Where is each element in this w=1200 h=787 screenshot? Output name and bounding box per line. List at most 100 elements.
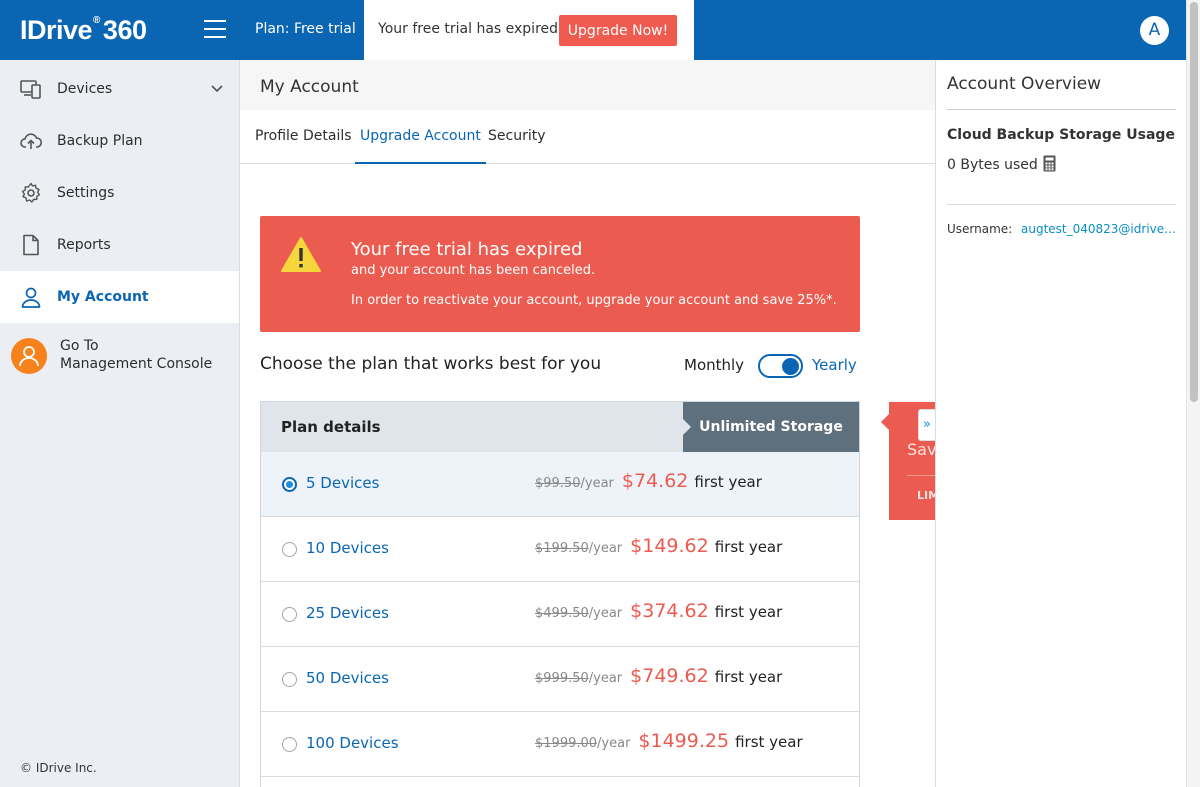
promo-divider: [907, 475, 935, 476]
promo-limited-text: LIM: [917, 489, 935, 502]
plan-details-heading: Plan details: [281, 418, 381, 436]
plan-table: Plan details Unlimited Storage 5 Devices…: [260, 401, 860, 787]
tab-profile-details[interactable]: Profile Details: [255, 128, 352, 164]
logo-suffix: 360: [102, 14, 147, 45]
page-header: My Account: [240, 60, 935, 110]
username-label: Username:: [947, 222, 1013, 236]
choose-plan-heading: Choose the plan that works best for you: [260, 354, 602, 374]
divider: [947, 204, 1176, 205]
trial-expired-banner: Your free trial has expired Upgrade Now!: [364, 0, 694, 60]
copyright-text: © IDrive Inc.: [20, 761, 97, 775]
price-suffix: first year: [714, 668, 783, 686]
gear-icon: [21, 182, 41, 203]
sidebar-item-label: Settings: [57, 185, 115, 201]
plan-radio[interactable]: [282, 672, 297, 687]
plan-radio[interactable]: [282, 737, 297, 752]
plan-price: $999.50/year $749.62 first year: [535, 665, 782, 687]
management-console-icon: [11, 338, 47, 374]
plan-name: 25 Devices: [306, 604, 389, 622]
calculator-icon[interactable]: [1043, 155, 1056, 172]
old-price: $1999.00/year: [535, 736, 631, 751]
sidebar-item-label: Reports: [57, 237, 111, 253]
price-suffix: first year: [735, 733, 803, 751]
billing-yearly-label[interactable]: Yearly: [812, 356, 857, 374]
plan-row-100-devices[interactable]: 100 Devices $1999.00/year $1499.25 first…: [261, 712, 859, 777]
toggle-knob: [782, 358, 799, 375]
old-price: $499.50/year: [535, 606, 623, 621]
billing-monthly-label[interactable]: Monthly: [684, 356, 744, 374]
unlimited-storage-badge: Unlimited Storage: [683, 402, 859, 452]
old-price: $999.50/year: [535, 671, 623, 686]
devices-icon: [20, 80, 41, 99]
sidebar-item-backup-plan[interactable]: Backup Plan: [0, 115, 239, 167]
price-suffix: first year: [694, 473, 762, 491]
sidebar: Devices Backup Plan Settings Reports My: [0, 60, 240, 787]
hamburger-menu-icon[interactable]: [204, 20, 226, 38]
account-overview-panel: Account Overview Cloud Backup Storage Us…: [935, 60, 1186, 787]
user-avatar[interactable]: A: [1140, 16, 1169, 45]
idrive-360-logo[interactable]: IDrive ® 360: [20, 10, 147, 50]
divider: [947, 109, 1176, 110]
plan-radio[interactable]: [282, 542, 297, 557]
alert-title: Your free trial has expired: [351, 239, 583, 260]
sidebar-item-label: Devices: [57, 81, 113, 97]
tab-security[interactable]: Security: [488, 128, 546, 164]
cloud-upload-icon: [20, 133, 42, 149]
sidebar-item-label: My Account: [57, 289, 149, 305]
sidebar-item-label: Backup Plan: [57, 133, 143, 149]
plan-name: 5 Devices: [306, 474, 380, 492]
plan-table-header: Plan details Unlimited Storage: [261, 402, 859, 452]
account-tabs: Profile Details Upgrade Account Security: [240, 110, 935, 164]
promo-save-text: Sav: [907, 440, 935, 459]
tab-upgrade-account[interactable]: Upgrade Account: [355, 128, 486, 164]
alert-subtitle: and your account has been canceled.: [351, 263, 596, 278]
plan-radio[interactable]: [282, 607, 297, 622]
billing-cycle-toggle[interactable]: [758, 354, 803, 378]
logo-registered-mark: ®: [93, 14, 100, 26]
plan-name: 100 Devices: [306, 734, 399, 752]
plan-price: $199.50/year $149.62 first year: [535, 535, 782, 557]
discounted-price: $149.62: [630, 535, 709, 557]
document-icon: [23, 234, 39, 256]
plan-label: Plan: Free trial: [255, 21, 356, 37]
upgrade-now-button[interactable]: Upgrade Now!: [559, 15, 677, 46]
plan-row-5-devices[interactable]: 5 Devices $99.50/year $74.62 first year: [261, 452, 859, 517]
trial-expired-alert: Your free trial has expired and your acc…: [260, 216, 860, 332]
discounted-price: $1499.25: [638, 730, 730, 752]
vertical-scrollbar[interactable]: [1186, 0, 1200, 787]
expand-promo-icon[interactable]: »: [918, 409, 935, 441]
discounted-price: $374.62: [630, 600, 709, 622]
account-overview-title: Account Overview: [947, 74, 1102, 94]
discounted-price: $74.62: [621, 470, 689, 492]
plan-row-10-devices[interactable]: 10 Devices $199.50/year $149.62 first ye…: [261, 517, 859, 582]
logo-text: IDrive: [20, 14, 93, 45]
management-console-label-line2: Management Console: [60, 356, 213, 372]
storage-usage-heading: Cloud Backup Storage Usage: [947, 127, 1175, 143]
sidebar-item-settings[interactable]: Settings: [0, 167, 239, 219]
warning-icon: [281, 237, 321, 272]
management-console-label-line1: Go To: [60, 338, 99, 354]
plan-row-25-devices[interactable]: 25 Devices $499.50/year $374.62 first ye…: [261, 582, 859, 647]
plan-price: $499.50/year $374.62 first year: [535, 600, 782, 622]
user-icon: [21, 287, 41, 308]
sidebar-item-management-console[interactable]: Go To Management Console: [0, 330, 239, 382]
plan-price: $99.50/year $74.62 first year: [535, 470, 762, 492]
price-suffix: first year: [714, 603, 783, 621]
top-bar: IDrive ® 360 Plan: Free trial Your free tr…: [0, 0, 1186, 60]
plan-row-50-devices[interactable]: 50 Devices $999.50/year $749.62 first ye…: [261, 647, 859, 712]
trial-expired-text: Your free trial has expired: [378, 21, 559, 37]
page-title: My Account: [260, 77, 359, 97]
discounted-price: $749.62: [630, 665, 709, 687]
plan-price: $1999.00/year $1499.25 first year: [535, 730, 803, 752]
sidebar-item-reports[interactable]: Reports: [0, 219, 239, 271]
badge-notch: [683, 419, 691, 435]
sidebar-item-devices[interactable]: Devices: [0, 63, 239, 115]
scrollbar-thumb[interactable]: [1190, 2, 1198, 402]
promo-tag-notch: [881, 414, 889, 430]
username-value[interactable]: augtest_040823@idrive.com: [1021, 222, 1177, 236]
chevron-down-icon[interactable]: [210, 82, 224, 96]
plan-name: 50 Devices: [306, 669, 389, 687]
plan-radio[interactable]: [282, 477, 297, 492]
sidebar-item-my-account[interactable]: My Account: [0, 271, 239, 323]
price-suffix: first year: [714, 538, 783, 556]
